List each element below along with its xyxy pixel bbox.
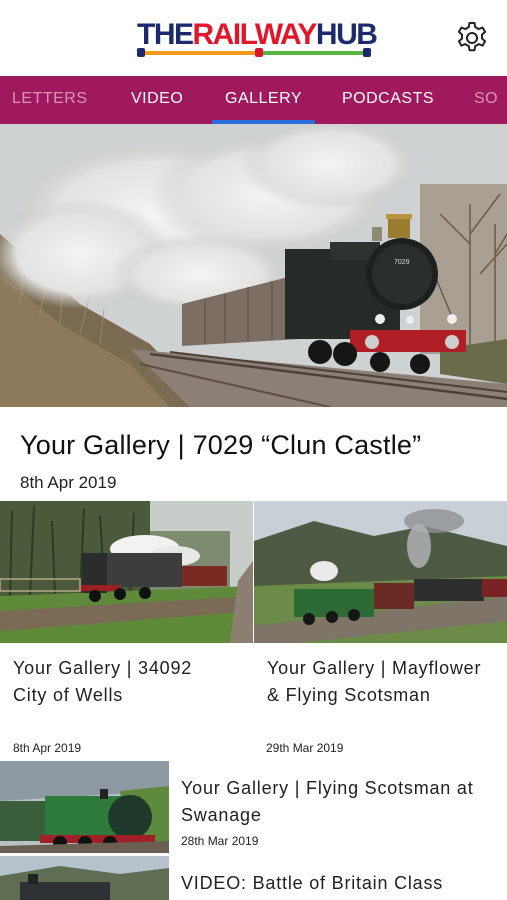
card-image-34092[interactable] [0, 501, 253, 643]
app-header: THERAILWAYHUB [0, 0, 507, 76]
card-title-line: & Flying Scotsman [267, 685, 431, 705]
list-date-swanage: 28th Mar 2019 [181, 834, 259, 848]
logo-text: THERAILWAYHUB [137, 18, 378, 52]
card-title-line: Your Gallery | 34092 [13, 658, 193, 678]
tab-gallery[interactable]: GALLERY [225, 76, 302, 124]
card-title-line: City of Wells [13, 685, 124, 705]
card-date-34092: 8th Apr 2019 [13, 741, 82, 755]
list-image-swanage[interactable] [0, 761, 169, 853]
featured-image[interactable]: 7029 [0, 124, 507, 407]
tab-partial[interactable]: SO [474, 76, 498, 124]
list-image-battle-of-britain[interactable] [0, 856, 169, 900]
logo-dot [363, 48, 371, 57]
logo-hub: HUB [315, 18, 378, 51]
list-title-battle-of-britain[interactable]: VIDEO: Battle of Britain Class [181, 870, 501, 897]
tab-podcasts[interactable]: PODCASTS [342, 76, 434, 124]
list-title-line: Swanage [181, 805, 262, 825]
list-title-swanage[interactable]: Your Gallery | Flying Scotsman at Swanag… [181, 775, 501, 829]
logo-dot [137, 48, 145, 57]
logo-the: THE [137, 18, 194, 51]
logo-dot [255, 48, 263, 57]
svg-text:7029: 7029 [394, 259, 410, 266]
section-tabs: LETTERS VIDEO GALLERY PODCASTS SO [0, 76, 507, 124]
card-title-mayflower[interactable]: Your Gallery | Mayflower & Flying Scotsm… [267, 655, 507, 709]
list-title-line: Your Gallery | Flying Scotsman at [181, 778, 474, 798]
card-image-mayflower[interactable] [254, 501, 507, 643]
logo-railway: RAILWAY [192, 18, 318, 51]
card-date-mayflower: 29th Mar 2019 [266, 741, 344, 755]
tab-letters[interactable]: LETTERS [12, 76, 88, 124]
gear-icon[interactable] [454, 20, 490, 56]
tab-video[interactable]: VIDEO [131, 76, 183, 124]
featured-date: 8th Apr 2019 [20, 473, 117, 492]
card-title-line: Your Gallery | Mayflower [267, 658, 482, 678]
card-title-34092[interactable]: Your Gallery | 34092 City of Wells [13, 655, 243, 709]
featured-title[interactable]: Your Gallery | 7029 “Clun Castle” [20, 428, 421, 462]
railway-hub-logo[interactable]: THERAILWAYHUB [137, 18, 378, 60]
